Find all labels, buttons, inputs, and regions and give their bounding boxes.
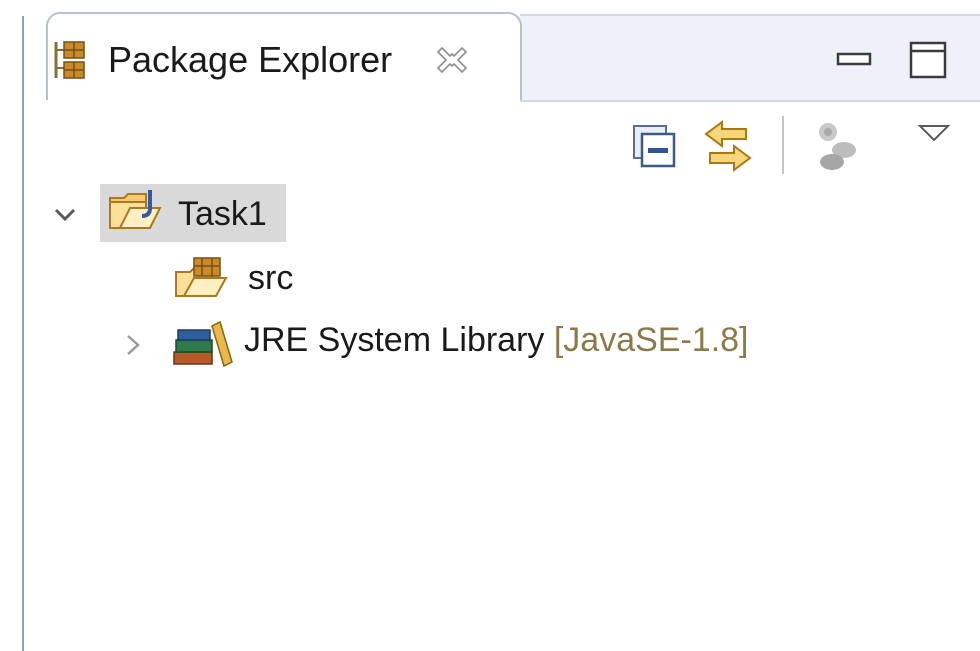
java-project-icon: [109, 190, 162, 229]
link-with-editor-icon[interactable]: [702, 118, 754, 174]
tree-item-label: src: [248, 259, 294, 297]
view-menu-icon[interactable]: [914, 122, 954, 146]
source-folder-icon: [175, 257, 228, 297]
chevron-down-icon[interactable]: [50, 204, 80, 226]
library-version-decoration: [JavaSE-1.8]: [544, 321, 749, 359]
collapse-all-icon[interactable]: [632, 124, 676, 168]
toolbar-separator: [782, 116, 784, 174]
package-explorer-icon: [54, 41, 85, 79]
package-explorer-view: Package Explorer Task1 src JRE System Li…: [0, 0, 980, 651]
close-icon[interactable]: [436, 44, 470, 78]
library-icon: [173, 320, 233, 368]
focus-on-active-task-icon[interactable]: [814, 120, 860, 172]
tree-item-label: Task1: [178, 195, 267, 233]
minimize-icon[interactable]: [836, 46, 872, 72]
tab-title: Package Explorer: [108, 39, 393, 80]
tree-item-task1[interactable]: Task1: [44, 184, 288, 242]
chevron-right-icon[interactable]: [122, 328, 144, 362]
tree-item-label: JRE System Library [JavaSE-1.8]: [244, 320, 749, 360]
view-border: [22, 16, 24, 651]
library-name: JRE System Library: [244, 321, 545, 359]
maximize-icon[interactable]: [908, 40, 948, 80]
tree-item-jre-system-library[interactable]: JRE System Library [JavaSE-1.8]: [44, 318, 844, 374]
tree-item-src[interactable]: src: [44, 254, 344, 310]
